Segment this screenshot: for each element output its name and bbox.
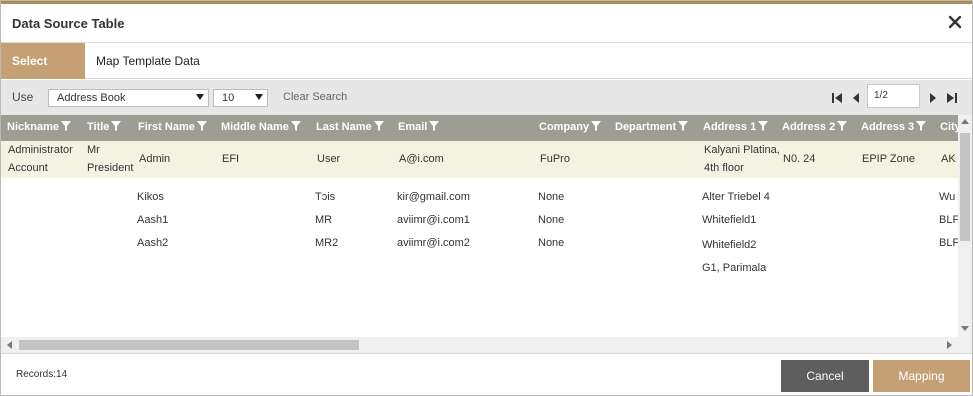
- cell-email: aviimr@i.com2: [397, 237, 470, 249]
- column-header-title[interactable]: Title: [87, 121, 122, 133]
- filter-icon[interactable]: [196, 121, 207, 131]
- table-header: Nickname Title First Name Middle Name La…: [1, 115, 961, 141]
- filter-icon[interactable]: [429, 121, 440, 131]
- column-header-address3[interactable]: Address 3: [861, 121, 927, 133]
- cell-first-name: Aash1: [137, 214, 169, 226]
- cell-nickname: Administrator Account: [8, 144, 73, 174]
- filter-icon[interactable]: [290, 121, 301, 131]
- cell-last-name: MR: [315, 214, 333, 226]
- cell-address2: N0. 24: [783, 153, 816, 165]
- cell-company: FuPro: [540, 153, 570, 165]
- source-select-value: Address Book: [57, 92, 126, 104]
- column-header-address1[interactable]: Address 1: [703, 121, 769, 133]
- clear-search-link[interactable]: Clear Search: [283, 91, 347, 103]
- cell-last-name: User: [317, 153, 341, 165]
- cell-last-name: MR2: [315, 237, 339, 249]
- cell-city: BLF: [939, 214, 958, 226]
- table-row[interactable]: Administrator Account Mr President Admin E…: [1, 141, 958, 178]
- close-button[interactable]: [946, 13, 964, 31]
- column-header-middle-name[interactable]: Middle Name: [221, 121, 301, 133]
- cell-address1: Whitefield1: [702, 214, 757, 226]
- cell-title: Mr President: [87, 144, 134, 174]
- table-row[interactable]: Kikos Tɔis kir@gmail.com None Alter Trie…: [1, 191, 958, 211]
- cell-address1: Whitefield2 G1, Parimala: [702, 239, 767, 274]
- column-header-address2[interactable]: Address 2: [782, 121, 848, 133]
- column-header-last-name[interactable]: Last Name: [316, 121, 384, 133]
- cancel-button[interactable]: Cancel: [781, 360, 869, 392]
- column-header-department[interactable]: Department: [615, 121, 689, 133]
- cell-email: aviimr@i.com1: [397, 214, 470, 226]
- cell-company: None: [538, 214, 565, 226]
- scrollbar-corner: [958, 337, 972, 353]
- table-row[interactable]: Aash2 MR2 aviimr@i.com2 None Whitefield2…: [1, 237, 958, 277]
- dialog-footer: Records:14 Cancel Mapping: [1, 353, 972, 395]
- filter-icon[interactable]: [758, 121, 769, 131]
- cell-first-name: Kikos: [137, 191, 164, 203]
- filter-icon[interactable]: [837, 121, 848, 131]
- column-header-first-name[interactable]: First Name: [138, 121, 207, 133]
- cell-middle-name: EFI: [222, 153, 240, 165]
- table-row[interactable]: Aash1 MR aviimr@i.com1 None Whitefield1 …: [1, 214, 958, 234]
- cell-address1: Alter Triebel 4: [702, 191, 770, 203]
- cell-last-name: Tɔis: [315, 191, 336, 203]
- filter-icon[interactable]: [678, 121, 689, 131]
- next-page-icon: [930, 93, 936, 103]
- close-icon: [948, 15, 962, 29]
- mapping-button[interactable]: Mapping: [873, 360, 970, 392]
- horizontal-scroll-thumb[interactable]: [19, 340, 359, 350]
- dialog-title-bar: Data Source Table: [1, 4, 972, 43]
- toolbar: Use Address Book 10 Clear Search 1/2: [1, 80, 972, 115]
- vertical-scroll-thumb[interactable]: [960, 133, 970, 241]
- chevron-down-icon: [255, 94, 263, 100]
- filter-icon[interactable]: [916, 121, 927, 131]
- column-header-nickname[interactable]: Nickname: [7, 121, 71, 133]
- prev-page-icon: [853, 93, 859, 103]
- prev-page-button[interactable]: [849, 91, 863, 105]
- filter-icon[interactable]: [373, 121, 384, 131]
- source-select[interactable]: Address Book: [48, 89, 209, 107]
- vertical-scrollbar[interactable]: [958, 115, 972, 337]
- cell-address1: Kalyani Platina, 4th floor: [704, 144, 780, 174]
- scroll-left-icon[interactable]: [7, 341, 12, 349]
- scroll-up-icon[interactable]: [961, 119, 969, 124]
- last-page-icon: [947, 93, 957, 103]
- first-page-button[interactable]: [830, 91, 844, 105]
- cell-first-name: Aash2: [137, 237, 169, 249]
- filter-icon[interactable]: [60, 121, 71, 131]
- page-size-select[interactable]: 10: [213, 89, 268, 107]
- cell-city: Wu: [939, 191, 956, 203]
- last-page-button[interactable]: [945, 91, 959, 105]
- tab-select-data[interactable]: Select Data: [1, 43, 85, 104]
- column-header-company[interactable]: Company: [539, 121, 602, 133]
- cell-first-name: Admin: [139, 153, 171, 165]
- next-page-button[interactable]: [926, 91, 940, 105]
- table-body: Administrator Account Mr President Admin E…: [1, 141, 958, 337]
- use-label: Use: [12, 90, 34, 104]
- horizontal-scrollbar[interactable]: [1, 337, 958, 353]
- tab-map-template-data[interactable]: Map Template Data: [85, 43, 211, 79]
- scroll-right-icon[interactable]: [947, 341, 952, 349]
- page-number-input[interactable]: 1/2: [867, 84, 920, 108]
- cell-company: None: [538, 237, 565, 249]
- first-page-icon: [832, 93, 842, 103]
- chevron-down-icon: [196, 94, 204, 100]
- filter-icon[interactable]: [111, 121, 122, 131]
- scroll-down-icon[interactable]: [961, 326, 969, 331]
- cell-address3: EPIP Zone: [862, 153, 915, 165]
- dialog-title: Data Source Table: [12, 16, 125, 31]
- data-source-dialog: Data Source Table Select Data Map Templa…: [0, 0, 973, 396]
- filter-icon[interactable]: [591, 121, 602, 131]
- records-count: Records:14: [16, 369, 68, 380]
- column-header-email[interactable]: Email: [398, 121, 440, 133]
- tab-bar: Select Data Map Template Data: [1, 43, 972, 104]
- cell-company: None: [538, 191, 565, 203]
- cell-city: AK: [941, 153, 956, 165]
- page-size-value: 10: [222, 92, 235, 104]
- cell-city: BLF: [939, 237, 958, 249]
- cell-email: A@i.com: [399, 153, 444, 165]
- cell-email: kir@gmail.com: [397, 191, 470, 203]
